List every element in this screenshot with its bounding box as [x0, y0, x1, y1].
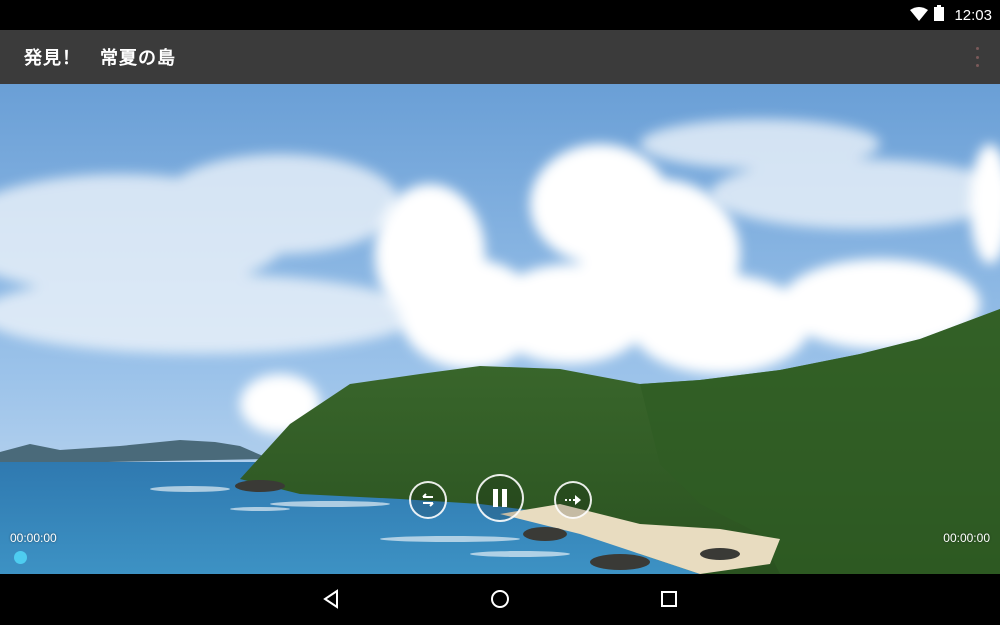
navigation-bar [0, 574, 1000, 625]
fast-forward-icon [565, 495, 581, 505]
status-time: 12:03 [954, 6, 992, 24]
fast-forward-button[interactable] [554, 481, 592, 519]
rewind-icon [422, 493, 434, 507]
battery-icon [934, 5, 945, 25]
status-icons: 12:03 [910, 0, 992, 30]
video-title: 発見！ 常夏の島 [24, 48, 176, 69]
total-time: 00:00:00 [943, 531, 990, 545]
more-vert-icon[interactable] [974, 47, 980, 67]
video-surface[interactable]: 00:00:00 00:00:00 [0, 84, 1000, 574]
pause-button[interactable] [476, 474, 524, 522]
wifi-icon [910, 6, 929, 25]
rewind-button[interactable] [409, 481, 447, 519]
elapsed-time: 00:00:00 [10, 531, 57, 545]
seek-thumb[interactable] [14, 551, 27, 564]
home-icon[interactable] [487, 586, 513, 612]
status-bar: 12:03 [0, 0, 1000, 30]
recents-icon[interactable] [656, 586, 682, 612]
pause-icon [493, 489, 507, 507]
app-bar: 発見！ 常夏の島 [0, 30, 1000, 84]
back-icon[interactable] [318, 586, 344, 612]
